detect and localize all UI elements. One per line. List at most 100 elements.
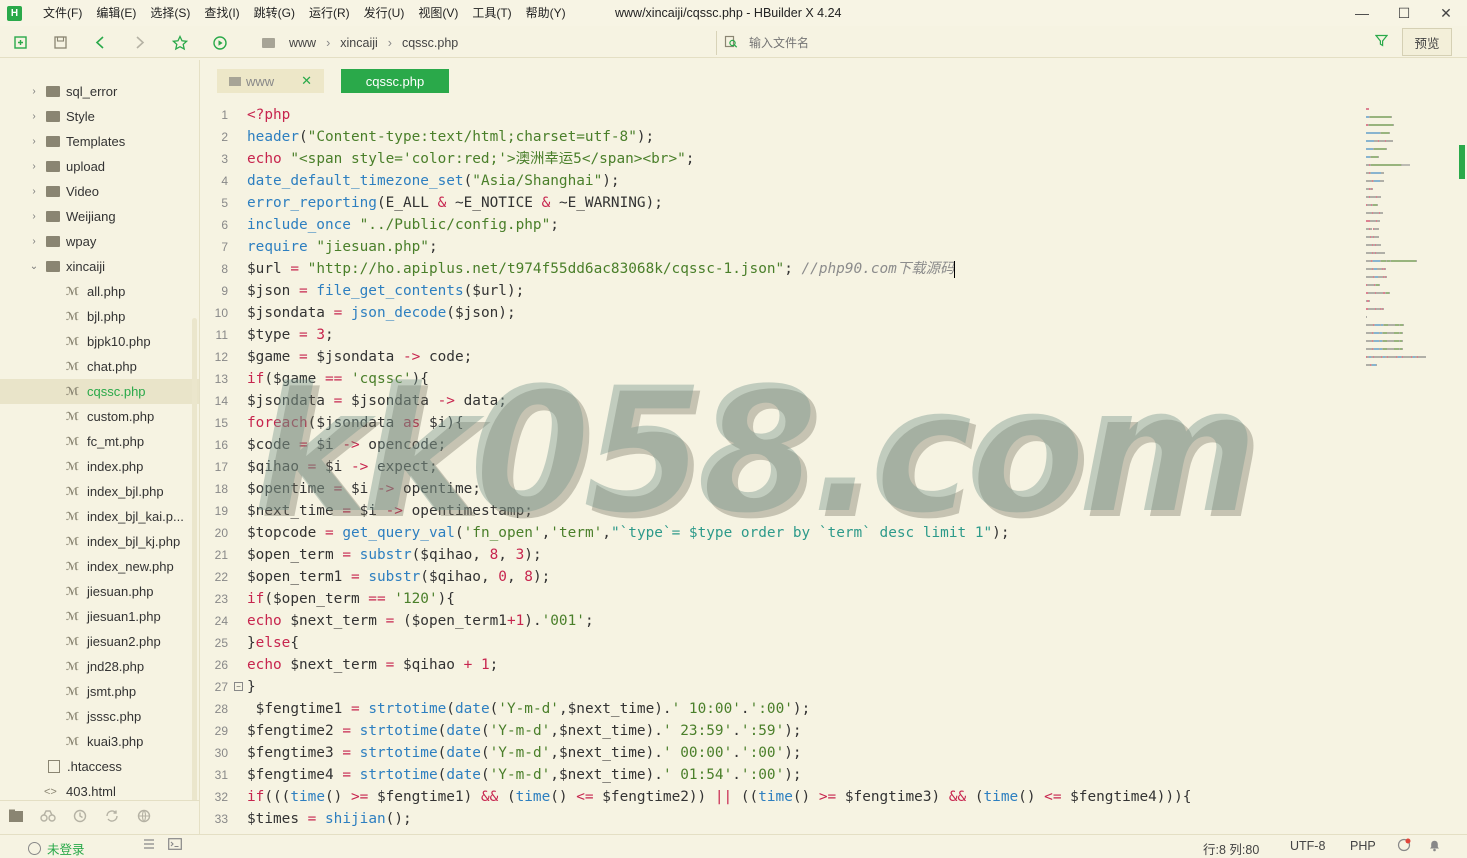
tree-item[interactable]: › Templates bbox=[0, 129, 199, 154]
tree-item[interactable]: .htaccess bbox=[0, 754, 199, 779]
save-icon[interactable] bbox=[40, 29, 80, 57]
code-line[interactable]: 2 header("Content-type:text/html;charset=… bbox=[201, 126, 1361, 148]
chevron-right-icon[interactable]: › bbox=[28, 236, 40, 247]
tree-item[interactable]: ℳcqssc.php bbox=[0, 379, 199, 404]
filter-icon[interactable] bbox=[1374, 34, 1389, 50]
file-search-input[interactable] bbox=[749, 36, 1349, 50]
tree-item[interactable]: ℳall.php bbox=[0, 279, 199, 304]
tree-item[interactable]: ℳindex_bjl.php bbox=[0, 479, 199, 504]
menu-item[interactable]: 帮助(Y) bbox=[519, 0, 573, 26]
tree-item[interactable]: › Weijiang bbox=[0, 204, 199, 229]
minimap-scroll-indicator[interactable] bbox=[1459, 145, 1465, 179]
terminal-icon[interactable] bbox=[168, 838, 182, 853]
tree-item[interactable]: › Style bbox=[0, 104, 199, 129]
code-line[interactable]: 17 $qihao = $i -> expect; bbox=[201, 456, 1361, 478]
chevron-right-icon[interactable]: › bbox=[28, 86, 40, 97]
breadcrumb-item[interactable]: cqssc.php bbox=[402, 36, 458, 50]
tree-item[interactable]: ℳjsssc.php bbox=[0, 704, 199, 729]
tree-item[interactable]: ℳjiesuan1.php bbox=[0, 604, 199, 629]
notification-icon[interactable] bbox=[1397, 838, 1411, 855]
minimize-button[interactable]: — bbox=[1341, 0, 1383, 26]
code-editor[interactable]: 1 <?php 2 header("Content-type:text/html;ch… bbox=[201, 104, 1361, 832]
code-line[interactable]: 15 foreach($jsondata as $i){ bbox=[201, 412, 1361, 434]
project-manager-icon[interactable] bbox=[0, 809, 32, 826]
forward-icon[interactable] bbox=[120, 29, 160, 57]
menu-item[interactable]: 选择(S) bbox=[143, 0, 197, 26]
star-icon[interactable] bbox=[160, 29, 200, 57]
breadcrumb-item[interactable]: xincaiji bbox=[340, 36, 378, 50]
code-line[interactable]: 24 echo $next_term = ($open_term1+1).'001… bbox=[201, 610, 1361, 632]
code-line[interactable]: 7 require "jiesuan.php"; bbox=[201, 236, 1361, 258]
code-line[interactable]: 16 $code = $i -> opencode; bbox=[201, 434, 1361, 456]
code-line[interactable]: 8 $url = "http://ho.apiplus.net/t974f55dd… bbox=[201, 258, 1361, 280]
encoding[interactable]: UTF-8 bbox=[1290, 839, 1325, 853]
code-line[interactable]: 6 include_once "../Public/config.php"; bbox=[201, 214, 1361, 236]
menu-item[interactable]: 发行(U) bbox=[357, 0, 412, 26]
fold-toggle-icon[interactable]: − bbox=[234, 682, 243, 691]
login-status[interactable]: 未登录 bbox=[28, 839, 85, 858]
tree-item[interactable]: ℳfc_mt.php bbox=[0, 429, 199, 454]
chevron-right-icon[interactable]: › bbox=[28, 211, 40, 222]
chevron-right-icon[interactable]: › bbox=[28, 186, 40, 197]
code-line[interactable]: 11 $type = 3; bbox=[201, 324, 1361, 346]
tree-item[interactable]: › wpay bbox=[0, 229, 199, 254]
code-line[interactable]: 21 $open_term = substr($qihao, 8, 3); bbox=[201, 544, 1361, 566]
code-line[interactable]: 4 date_default_timezone_set("Asia/Shangha… bbox=[201, 170, 1361, 192]
code-line[interactable]: 29 $fengtime2 = strtotime(date('Y-m-d',$n… bbox=[201, 720, 1361, 742]
run-icon[interactable] bbox=[200, 29, 240, 57]
tree-item[interactable]: › sql_error bbox=[0, 79, 199, 104]
code-line[interactable]: 13 if($game == 'cqssc'){ bbox=[201, 368, 1361, 390]
code-line[interactable]: 19 $next_time = $i -> opentimestamp; bbox=[201, 500, 1361, 522]
tree-item[interactable]: ℳbjpk10.php bbox=[0, 329, 199, 354]
tree-item[interactable]: ℳjiesuan.php bbox=[0, 579, 199, 604]
tree-item[interactable]: ℳcustom.php bbox=[0, 404, 199, 429]
code-line[interactable]: 33 $times = shijian(); bbox=[201, 808, 1361, 830]
tab-www[interactable]: www ✕ bbox=[217, 69, 324, 93]
code-line[interactable]: 9 $json = file_get_contents($url); bbox=[201, 280, 1361, 302]
code-line[interactable]: 25}else{ bbox=[201, 632, 1361, 654]
back-icon[interactable] bbox=[80, 29, 120, 57]
menu-item[interactable]: 运行(R) bbox=[302, 0, 357, 26]
chevron-down-icon[interactable]: ⌄ bbox=[28, 261, 40, 272]
sync-icon[interactable] bbox=[96, 809, 128, 826]
tree-item[interactable]: › Video bbox=[0, 179, 199, 204]
cursor-position[interactable]: 行:8 列:80 bbox=[1203, 839, 1259, 858]
code-line[interactable]: 12 $game = $jsondata -> code; bbox=[201, 346, 1361, 368]
code-line[interactable]: 14 $jsondata = $jsondata -> data; bbox=[201, 390, 1361, 412]
tree-item[interactable]: ℳjiesuan2.php bbox=[0, 629, 199, 654]
code-line[interactable]: 18 $opentime = $i -> opentime; bbox=[201, 478, 1361, 500]
code-line[interactable]: 3 echo "<span style='color:red;'>澳洲幸运5</s… bbox=[201, 148, 1361, 170]
menu-item[interactable]: 查找(I) bbox=[197, 0, 246, 26]
chevron-right-icon[interactable]: › bbox=[28, 161, 40, 172]
breadcrumb-item[interactable]: www bbox=[289, 36, 316, 50]
new-file-icon[interactable] bbox=[0, 29, 40, 57]
close-button[interactable]: ✕ bbox=[1425, 0, 1467, 26]
code-line[interactable]: 26 echo $next_term = $qihao + 1; bbox=[201, 654, 1361, 676]
tree-item[interactable]: ℳjnd28.php bbox=[0, 654, 199, 679]
sidebar-scrollbar[interactable] bbox=[192, 318, 197, 800]
tree-item[interactable]: ℳindex_new.php bbox=[0, 554, 199, 579]
code-line[interactable]: 31 $fengtime4 = strtotime(date('Y-m-d',$n… bbox=[201, 764, 1361, 786]
tab-cqssc-php[interactable]: cqssc.php bbox=[341, 69, 449, 93]
code-line[interactable]: 20 $topcode = get_query_val('fn_open','te… bbox=[201, 522, 1361, 544]
code-line[interactable]: 27−} bbox=[201, 676, 1361, 698]
tree-item[interactable]: ℳindex.php bbox=[0, 454, 199, 479]
tree-item[interactable]: ℳindex_bjl_kai.p... bbox=[0, 504, 199, 529]
code-line[interactable]: 1 <?php bbox=[201, 104, 1361, 126]
bell-icon[interactable] bbox=[1428, 838, 1441, 855]
menu-item[interactable]: 视图(V) bbox=[411, 0, 465, 26]
code-line[interactable]: 32 if(((time() >= $fengtime1) && (time() … bbox=[201, 786, 1361, 808]
tree-item[interactable]: ℳbjl.php bbox=[0, 304, 199, 329]
chevron-right-icon[interactable]: › bbox=[28, 111, 40, 122]
tree-item[interactable]: ℳindex_bjl_kj.php bbox=[0, 529, 199, 554]
language-mode[interactable]: PHP bbox=[1350, 839, 1376, 853]
menu-item[interactable]: 编辑(E) bbox=[89, 0, 143, 26]
tree-item[interactable]: ⌄ xincaiji bbox=[0, 254, 199, 279]
chevron-right-icon[interactable]: › bbox=[28, 136, 40, 147]
tree-item[interactable]: ℳjsmt.php bbox=[0, 679, 199, 704]
browser-icon[interactable] bbox=[128, 809, 160, 826]
code-line[interactable]: 23 if($open_term == '120'){ bbox=[201, 588, 1361, 610]
tree-item[interactable]: ℳkuai3.php bbox=[0, 729, 199, 754]
code-line[interactable]: 30 $fengtime3 = strtotime(date('Y-m-d',$n… bbox=[201, 742, 1361, 764]
tree-item[interactable]: › upload bbox=[0, 154, 199, 179]
